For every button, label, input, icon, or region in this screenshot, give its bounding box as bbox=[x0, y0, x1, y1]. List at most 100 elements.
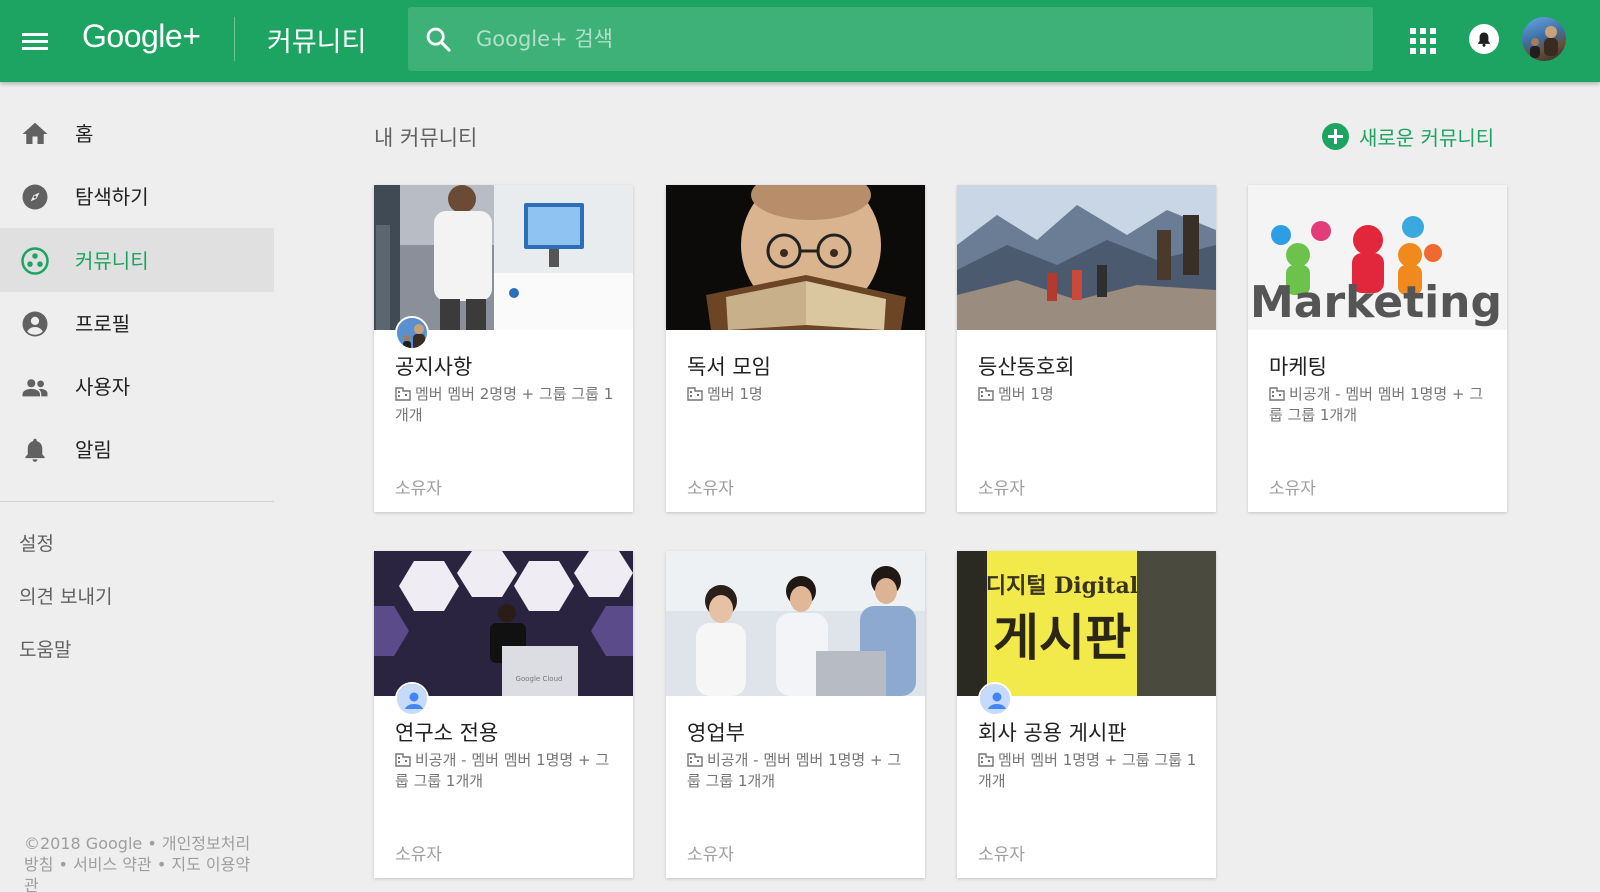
compass-icon bbox=[22, 184, 48, 210]
community-card[interactable]: 영업부 비공개 - 멤버 멤버 1명명 + 그룹 그룹 1개개 소유자 bbox=[666, 551, 925, 878]
community-name: 연구소 전용 bbox=[395, 721, 499, 745]
community-card[interactable]: 디지털 Digital 게시판 회사 공용 게시판 멤버 멤버 1명명 + 그룹… bbox=[957, 551, 1216, 878]
sidebar-item-label: 프로필 bbox=[75, 312, 131, 336]
sidebar-item-home[interactable]: 홈 bbox=[0, 101, 274, 165]
community-role: 소유자 bbox=[395, 479, 442, 499]
sidebar-item-profile[interactable]: 프로필 bbox=[0, 291, 274, 355]
sidebar-item-label: 커뮤니티 bbox=[75, 249, 149, 273]
community-meta-text: 멤버 멤버 2명명 + 그룹 그룹 1개개 bbox=[395, 385, 614, 424]
sidebar-item-people[interactable]: 사용자 bbox=[0, 354, 274, 418]
community-role: 소유자 bbox=[395, 845, 442, 865]
community-meta-text: 멤버 1명 bbox=[707, 385, 763, 403]
building-icon bbox=[978, 387, 994, 401]
people-icon bbox=[22, 379, 48, 397]
community-name: 영업부 bbox=[687, 721, 745, 745]
home-icon bbox=[22, 122, 48, 144]
owner-avatar bbox=[978, 682, 1012, 716]
communities-icon bbox=[21, 247, 49, 275]
community-thumbnail: Marketing bbox=[1248, 185, 1507, 330]
bulletin-thumb-big-text: 게시판 bbox=[993, 609, 1131, 667]
community-meta: 멤버 멤버 1명명 + 그룹 그룹 1개개 bbox=[978, 750, 1203, 792]
owner-avatar bbox=[395, 316, 429, 350]
community-name: 회사 공용 게시판 bbox=[978, 721, 1127, 745]
avatar-photo bbox=[1530, 26, 1558, 58]
community-card[interactable]: 등산동호회 멤버 1명 소유자 bbox=[957, 185, 1216, 512]
sidebar-item-notifications[interactable]: 알림 bbox=[0, 417, 274, 481]
new-community-button[interactable]: 새로운 커뮤니티 bbox=[1322, 120, 1494, 152]
send-feedback-link[interactable]: 의견 보내기 bbox=[19, 582, 112, 609]
top-app-bar: Google+ 커뮤니티 bbox=[0, 0, 1600, 82]
footer-legal: ©2018 Google • 개인정보처리방침 • 서비스 약관 • 지도 이용… bbox=[24, 833, 264, 892]
bulletin-thumb-text: 디지털 Digital bbox=[986, 573, 1138, 599]
community-role: 소유자 bbox=[687, 845, 734, 865]
help-link[interactable]: 도움말 bbox=[19, 635, 71, 662]
notifications-button[interactable] bbox=[1469, 24, 1499, 54]
sidebar-item-communities[interactable]: 커뮤니티 bbox=[0, 228, 274, 292]
marketing-thumb-text: Marketing bbox=[1250, 277, 1502, 328]
community-thumbnail: Google Cloud bbox=[374, 551, 633, 696]
community-meta: 멤버 멤버 2명명 + 그룹 그룹 1개개 bbox=[395, 384, 620, 426]
community-name: 등산동호회 bbox=[978, 355, 1075, 379]
search-icon bbox=[426, 27, 451, 52]
community-role: 소유자 bbox=[978, 845, 1025, 865]
building-icon bbox=[1269, 387, 1285, 401]
sidebar-item-label: 알림 bbox=[75, 438, 112, 462]
community-card[interactable]: 공지사항 멤버 멤버 2명명 + 그룹 그룹 1개개 소유자 bbox=[374, 185, 633, 512]
community-meta: 비공개 - 멤버 멤버 1명명 + 그룹 그룹 1개개 bbox=[687, 750, 912, 792]
community-role: 소유자 bbox=[687, 479, 734, 499]
community-thumbnail: 디지털 Digital 게시판 bbox=[957, 551, 1216, 696]
building-icon bbox=[687, 753, 703, 767]
community-meta-text: 멤버 1명 bbox=[998, 385, 1054, 403]
menu-icon[interactable] bbox=[18, 22, 52, 60]
community-role: 소유자 bbox=[978, 479, 1025, 499]
community-role: 소유자 bbox=[1269, 479, 1316, 499]
bell-icon bbox=[25, 438, 45, 462]
profile-icon bbox=[22, 311, 48, 337]
owner-avatar bbox=[395, 682, 429, 716]
search-input[interactable] bbox=[476, 21, 1336, 57]
sidebar-item-label: 탐색하기 bbox=[75, 185, 149, 209]
sidebar-item-label: 홈 bbox=[75, 122, 94, 146]
terms-link[interactable]: 서비스 약관 bbox=[73, 855, 152, 874]
community-name: 공지사항 bbox=[395, 355, 473, 379]
settings-link[interactable]: 설정 bbox=[19, 529, 54, 556]
community-card[interactable]: Google Cloud 연구소 전용 비공개 - 멤버 멤버 1명명 + 그룹… bbox=[374, 551, 633, 878]
community-meta: 비공개 - 멤버 멤버 1명명 + 그룹 그룹 1개개 bbox=[1269, 384, 1494, 426]
sidebar: 홈 탐색하기 커뮤니티 프로필 사용자 알림 설정 의견 보내기 도움말 ©20… bbox=[0, 82, 274, 892]
community-meta: 비공개 - 멤버 멤버 1명명 + 그룹 그룹 1개개 bbox=[395, 750, 620, 792]
bulletin-thumb-line: 디지털 Digital bbox=[986, 573, 1138, 599]
building-icon bbox=[687, 387, 703, 401]
community-name: 마케팅 bbox=[1269, 355, 1327, 379]
header-divider bbox=[234, 17, 235, 61]
sidebar-divider bbox=[0, 501, 274, 502]
community-card[interactable]: Marketing 마케팅 비공개 - 멤버 멤버 1명명 + 그룹 그룹 1개… bbox=[1248, 185, 1507, 512]
community-name: 독서 모임 bbox=[687, 355, 771, 379]
community-meta-text: 비공개 - 멤버 멤버 1명명 + 그룹 그룹 1개개 bbox=[395, 751, 610, 790]
search-bar[interactable] bbox=[408, 7, 1373, 71]
new-community-label: 새로운 커뮤니티 bbox=[1359, 125, 1495, 150]
add-circle-icon bbox=[1322, 122, 1349, 150]
apps-grid-icon[interactable] bbox=[1410, 28, 1436, 54]
google-cloud-thumb-text: Google Cloud bbox=[516, 675, 563, 683]
sidebar-item-label: 사용자 bbox=[75, 375, 131, 399]
community-card[interactable]: 독서 모임 멤버 1명 소유자 bbox=[666, 185, 925, 512]
community-thumbnail bbox=[374, 185, 633, 330]
community-meta: 멤버 1명 bbox=[978, 384, 1203, 405]
account-avatar[interactable] bbox=[1522, 17, 1566, 61]
section-title: 내 커뮤니티 bbox=[374, 126, 478, 150]
community-meta-text: 비공개 - 멤버 멤버 1명명 + 그룹 그룹 1개개 bbox=[687, 751, 902, 790]
community-thumbnail bbox=[957, 185, 1216, 330]
building-icon bbox=[395, 387, 411, 401]
building-icon bbox=[978, 753, 994, 767]
sidebar-item-explore[interactable]: 탐색하기 bbox=[0, 164, 274, 228]
community-meta-text: 멤버 멤버 1명명 + 그룹 그룹 1개개 bbox=[978, 751, 1197, 790]
community-thumbnail bbox=[666, 185, 925, 330]
google-plus-logo[interactable]: Google+ bbox=[82, 18, 201, 55]
community-thumbnail bbox=[666, 551, 925, 696]
building-icon bbox=[395, 753, 411, 767]
community-meta-text: 비공개 - 멤버 멤버 1명명 + 그룹 그룹 1개개 bbox=[1269, 385, 1484, 424]
page-title: 커뮤니티 bbox=[267, 27, 367, 58]
community-meta: 멤버 1명 bbox=[687, 384, 912, 405]
bell-icon bbox=[1478, 32, 1490, 47]
copyright-text: ©2018 Google bbox=[24, 834, 143, 853]
